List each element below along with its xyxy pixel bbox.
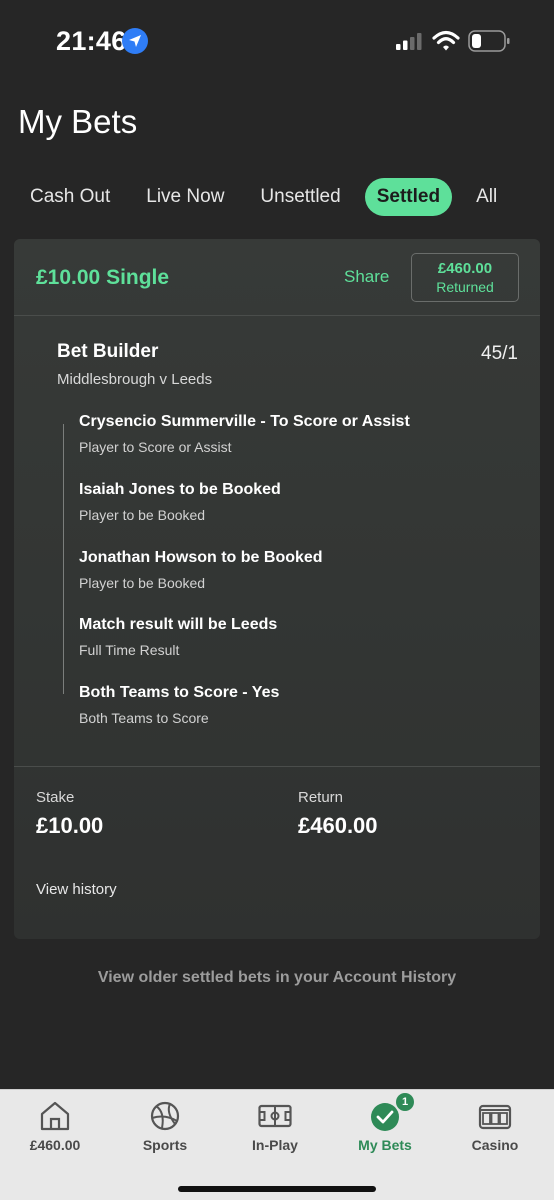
bottom-nav: £460.00 Sports In-Play 1 My Bets Casino: [0, 1089, 554, 1200]
battery-icon: [468, 30, 510, 52]
page-title: My Bets: [18, 103, 138, 140]
tab-settled[interactable]: Settled: [364, 178, 453, 216]
bet-type-label: £10.00 Single: [36, 266, 170, 289]
bet-leg: Jonathan Howson to be Booked Player to b…: [79, 549, 323, 591]
account-history-link[interactable]: View older settled bets in your Account …: [0, 969, 554, 987]
returned-badge: £460.00 Returned: [411, 253, 519, 302]
leg-market: Player to be Booked: [79, 507, 206, 523]
nav-my-bets-label: My Bets: [358, 1137, 412, 1153]
return-label: Return: [298, 789, 344, 806]
football-icon: [150, 1101, 180, 1131]
match-name: Middlesbrough v Leeds: [57, 371, 213, 388]
pitch-icon: [258, 1104, 292, 1128]
leg-selection: Crysencio Summerville - To Score or Assi…: [79, 413, 410, 430]
bet-odds: 45/1: [481, 343, 518, 364]
location-arrow-icon: [122, 28, 148, 54]
nav-casino[interactable]: Casino: [440, 1090, 550, 1170]
returned-amount: £460.00: [437, 260, 493, 277]
nav-casino-label: Casino: [471, 1137, 519, 1153]
return-value: £460.00: [298, 813, 378, 838]
home-icon: [40, 1101, 70, 1131]
bet-builder-title: Bet Builder: [57, 341, 159, 362]
leg-selection: Jonathan Howson to be Booked: [79, 549, 323, 566]
leg-market: Both Teams to Score: [79, 710, 209, 726]
leg-market: Player to be Booked: [79, 575, 206, 591]
bet-leg: Isaiah Jones to be Booked Player to be B…: [79, 481, 281, 523]
nav-in-play-label: In-Play: [252, 1137, 298, 1153]
stake-label: Stake: [36, 789, 75, 806]
slot-machine-icon: [478, 1104, 512, 1130]
status-bar: 21:46: [0, 0, 554, 84]
nav-in-play[interactable]: In-Play: [220, 1090, 330, 1170]
tab-live-now[interactable]: Live Now: [134, 178, 236, 216]
bet-card-header: £10.00 Single Share £460.00 Returned: [14, 239, 540, 316]
tab-unsettled[interactable]: Unsettled: [248, 178, 352, 216]
status-time: 21:46: [56, 26, 127, 56]
stake-value: £10.00: [36, 813, 104, 838]
returned-label: Returned: [436, 279, 494, 295]
bet-filter-tabs: Cash Out Live Now Unsettled Settled All: [18, 178, 521, 216]
bet-leg: Crysencio Summerville - To Score or Assi…: [79, 413, 410, 455]
bet-leg: Match result will be Leeds Full Time Res…: [79, 616, 277, 658]
nav-balance[interactable]: £460.00: [0, 1090, 110, 1170]
legs-connector-line: [63, 424, 64, 694]
cellular-signal-icon: [396, 33, 422, 50]
tab-cash-out[interactable]: Cash Out: [18, 178, 122, 216]
bet-leg: Both Teams to Score - Yes Both Teams to …: [79, 684, 279, 726]
view-history-link[interactable]: View history: [36, 881, 117, 898]
leg-selection: Isaiah Jones to be Booked: [79, 481, 281, 498]
bet-card: £10.00 Single Share £460.00 Returned Bet…: [14, 239, 540, 939]
notification-badge: 1: [396, 1093, 414, 1111]
nav-my-bets[interactable]: 1 My Bets: [330, 1090, 440, 1170]
leg-selection: Both Teams to Score - Yes: [79, 684, 280, 701]
leg-market: Player to Score or Assist: [79, 439, 232, 455]
card-divider: [14, 766, 540, 767]
share-button[interactable]: Share: [344, 267, 389, 287]
nav-balance-label: £460.00: [29, 1137, 81, 1153]
tab-all[interactable]: All: [464, 178, 509, 216]
nav-sports[interactable]: Sports: [110, 1090, 220, 1170]
home-indicator: [178, 1186, 376, 1192]
nav-sports-label: Sports: [142, 1137, 188, 1153]
leg-selection: Match result will be Leeds: [79, 616, 278, 633]
leg-market: Full Time Result: [79, 642, 180, 658]
wifi-icon: [432, 30, 460, 51]
